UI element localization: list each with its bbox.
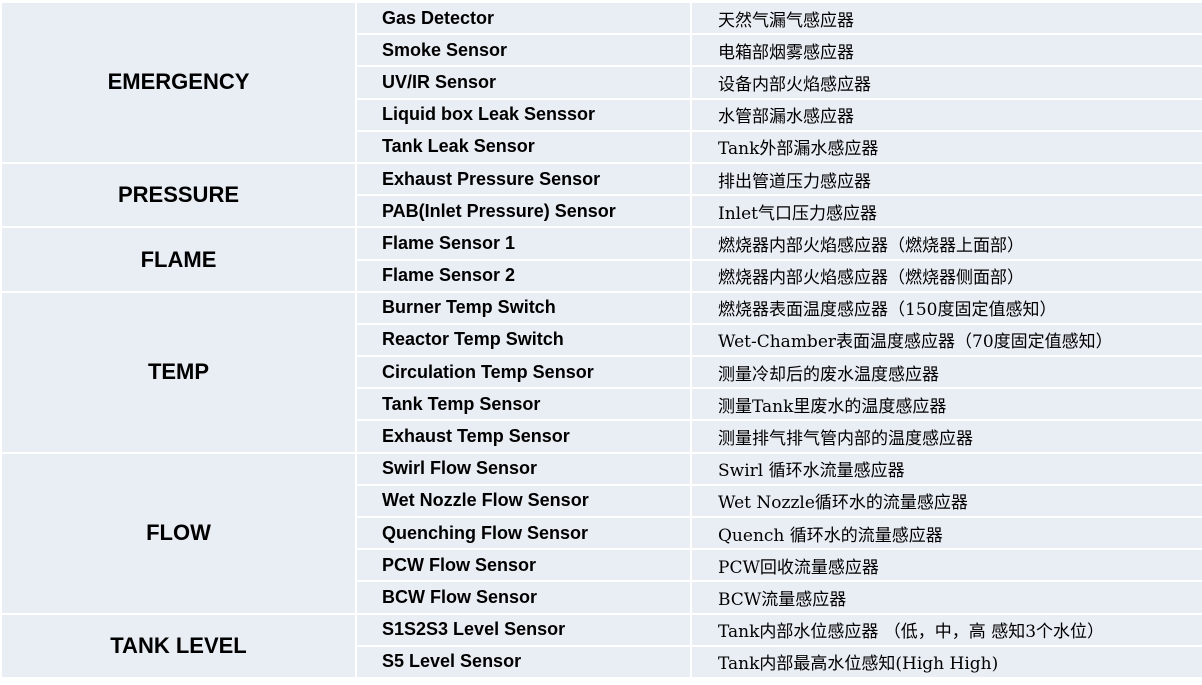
sensor-name-cell: PCW Flow Sensor (355, 548, 692, 583)
table-row: PRESSURE Exhaust Pressure Sensor 排出管道压力感应器 (0, 161, 1202, 229)
table-row: EMERGENCY Gas Detector 天然气漏气感应器 (0, 0, 1202, 164)
sensor-description-cell: 天然气漏气感应器 (690, 0, 1202, 36)
sensor-name-cell: Liquid box Leak Senssor (355, 97, 692, 132)
sensor-name-cell: S5 Level Sensor (355, 644, 692, 679)
sensor-description-cell: 燃烧器内部火焰感应器（燃烧器侧面部） (690, 258, 1202, 293)
category-cell: FLOW (0, 451, 357, 615)
sensor-description-cell: 测量冷却后的废水温度感应器 (690, 355, 1202, 390)
sensor-name-cell: Gas Detector (355, 0, 692, 36)
sensor-description-cell: 排出管道压力感应器 (690, 161, 1202, 197)
category-cell: TEMP (0, 290, 357, 454)
table-row: FLAME Flame Sensor 1 燃烧器内部火焰感应器（燃烧器上面部） (0, 226, 1202, 293)
category-cell: PRESSURE (0, 161, 357, 229)
sensor-name-cell: BCW Flow Sensor (355, 580, 692, 615)
sensor-description-cell: 测量Tank里废水的温度感应器 (690, 387, 1202, 422)
table-row: TEMP Burner Temp Switch 燃烧器表面温度感应器（150度固定值… (0, 290, 1202, 454)
sensor-name-cell: Flame Sensor 1 (355, 226, 692, 261)
sensor-name-cell: Burner Temp Switch (355, 290, 692, 325)
sensor-name-cell: Exhaust Pressure Sensor (355, 161, 692, 197)
sensor-name-cell: Smoke Sensor (355, 33, 692, 68)
sensor-description-cell: 电箱部烟雾感应器 (690, 33, 1202, 68)
sensor-description-cell: Tank内部水位感应器 （低，中，高 感知3个水位） (690, 612, 1202, 647)
sensor-description-cell: Tank内部最高水位感知(High High) (690, 644, 1202, 679)
sensor-name-cell: Quenching Flow Sensor (355, 515, 692, 551)
sensor-description-cell: 燃烧器表面温度感应器（150度固定值感知） (690, 290, 1202, 325)
sensor-name-cell: PAB(Inlet Pressure) Sensor (355, 194, 692, 229)
sensor-name-cell: Flame Sensor 2 (355, 258, 692, 293)
sensor-description-cell: Wet-Chamber表面温度感应器（70度固定值感知） (690, 322, 1202, 358)
sensor-name-cell: Swirl Flow Sensor (355, 451, 692, 486)
sensor-name-cell: UV/IR Sensor (355, 65, 692, 100)
sensor-description-cell: Tank外部漏水感应器 (690, 129, 1202, 164)
sensor-description-cell: Wet Nozzle循环水的流量感应器 (690, 483, 1202, 519)
sensor-description-cell: Inlet气口压力感应器 (690, 194, 1202, 229)
category-cell: FLAME (0, 226, 357, 293)
sensor-table-body: EMERGENCY Gas Detector 天然气漏气感应器 Smoke Senso… (0, 0, 1202, 679)
sensor-description-cell: 设备内部火焰感应器 (690, 65, 1202, 100)
sensor-table: EMERGENCY Gas Detector 天然气漏气感应器 Smoke Senso… (0, 0, 1202, 679)
sensor-name-cell: Tank Leak Sensor (355, 129, 692, 164)
sensor-name-cell: Circulation Temp Sensor (355, 355, 692, 390)
sensor-name-cell: Wet Nozzle Flow Sensor (355, 483, 692, 519)
sensor-name-cell: Reactor Temp Switch (355, 322, 692, 358)
category-cell: TANK LEVEL (0, 612, 357, 679)
sensor-description-cell: PCW回收流量感应器 (690, 548, 1202, 583)
sensor-description-cell: BCW流量感应器 (690, 580, 1202, 615)
sensor-name-cell: S1S2S3 Level Sensor (355, 612, 692, 647)
sensor-description-cell: 水管部漏水感应器 (690, 97, 1202, 132)
sensor-description-cell: 测量排气排气管内部的温度感应器 (690, 419, 1202, 454)
sensor-description-cell: 燃烧器内部火焰感应器（燃烧器上面部） (690, 226, 1202, 261)
sensor-name-cell: Exhaust Temp Sensor (355, 419, 692, 454)
sensor-description-cell: Swirl 循环水流量感应器 (690, 451, 1202, 486)
table-row: FLOW Swirl Flow Sensor Swirl 循环水流量感应器 (0, 451, 1202, 615)
sensor-table-sheet: EMERGENCY Gas Detector 天然气漏气感应器 Smoke Senso… (0, 0, 1202, 685)
table-row: TANK LEVEL S1S2S3 Level Sensor Tank内部水位感应器… (0, 612, 1202, 679)
sensor-name-cell: Tank Temp Sensor (355, 387, 692, 422)
sensor-description-cell: Quench 循环水的流量感应器 (690, 515, 1202, 551)
category-cell: EMERGENCY (0, 1, 357, 164)
